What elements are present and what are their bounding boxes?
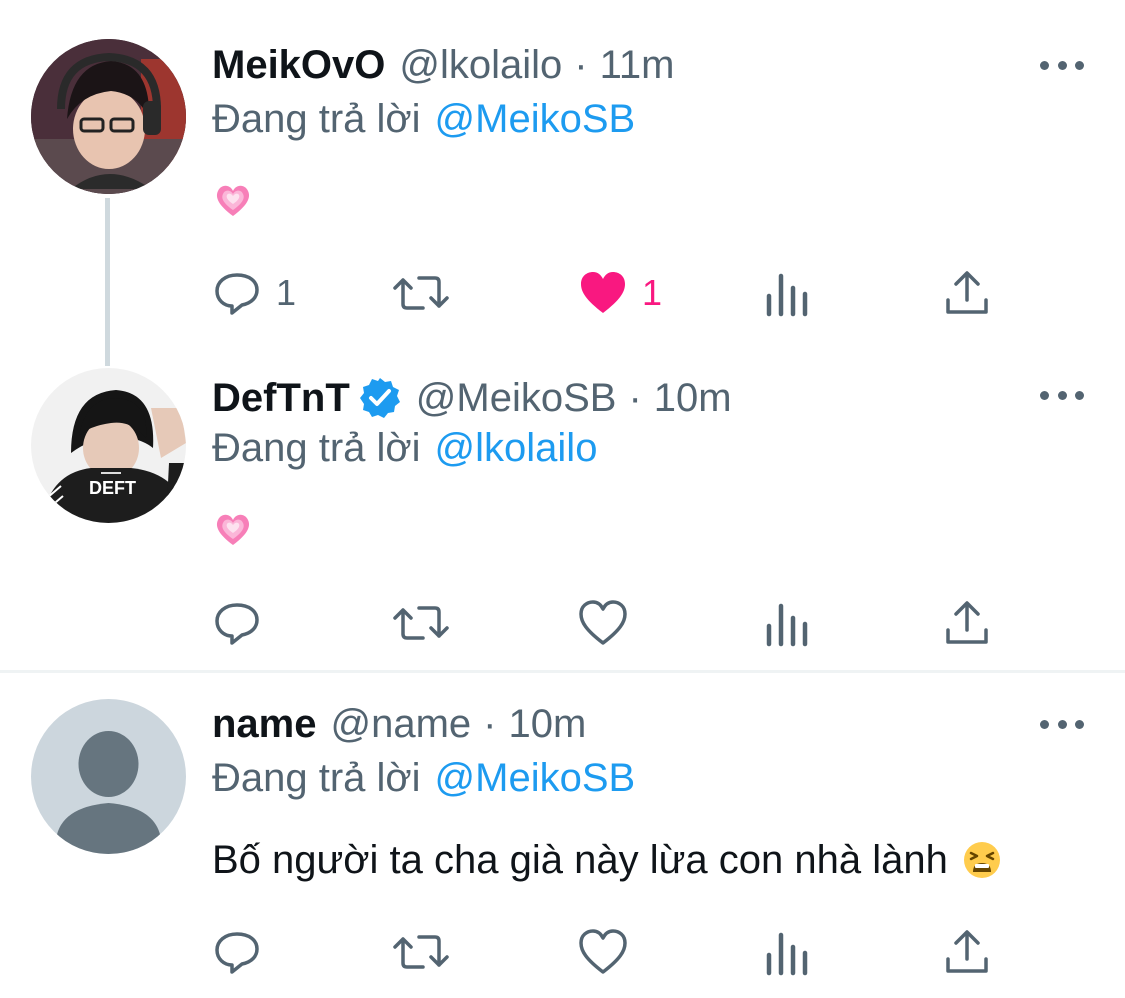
analytics-icon <box>766 932 808 976</box>
tired-face-icon <box>963 842 1000 878</box>
dot-icon <box>1075 719 1084 729</box>
tweet-3[interactable]: name @name · 10m Đang trả lời @MeikoSB B… <box>0 0 1125 998</box>
retweet-button[interactable] <box>391 922 451 982</box>
reply-button[interactable] <box>212 922 276 982</box>
display-name[interactable]: name <box>212 702 317 747</box>
reply-prefix: Đang trả lời <box>212 755 421 800</box>
reply-mention[interactable]: @MeikoSB <box>435 756 636 801</box>
tweet-body: Bố người ta cha già này lừa con nhà lành <box>212 834 1002 886</box>
avatar[interactable] <box>31 699 186 854</box>
share-icon <box>946 930 988 973</box>
share-button[interactable] <box>942 922 992 982</box>
like-button[interactable] <box>578 922 628 982</box>
timestamp[interactable]: 10m <box>509 702 587 747</box>
dot-icon <box>1040 719 1049 729</box>
handle[interactable]: @name <box>331 702 472 747</box>
retweet-icon <box>393 935 449 969</box>
separator: · <box>483 701 497 746</box>
reply-context: Đang trả lời @MeikoSB <box>212 752 635 804</box>
analytics-button[interactable] <box>762 922 812 982</box>
more-options-button[interactable] <box>1040 714 1084 734</box>
heart-outline-icon <box>579 929 627 974</box>
tweet-text: Bố người ta cha già này lừa con nhà lành <box>212 837 948 882</box>
reply-icon <box>215 932 259 974</box>
dot-icon <box>1057 719 1067 729</box>
tweet-actions <box>0 922 1125 982</box>
tweet-header: name @name · 10m <box>212 698 586 750</box>
